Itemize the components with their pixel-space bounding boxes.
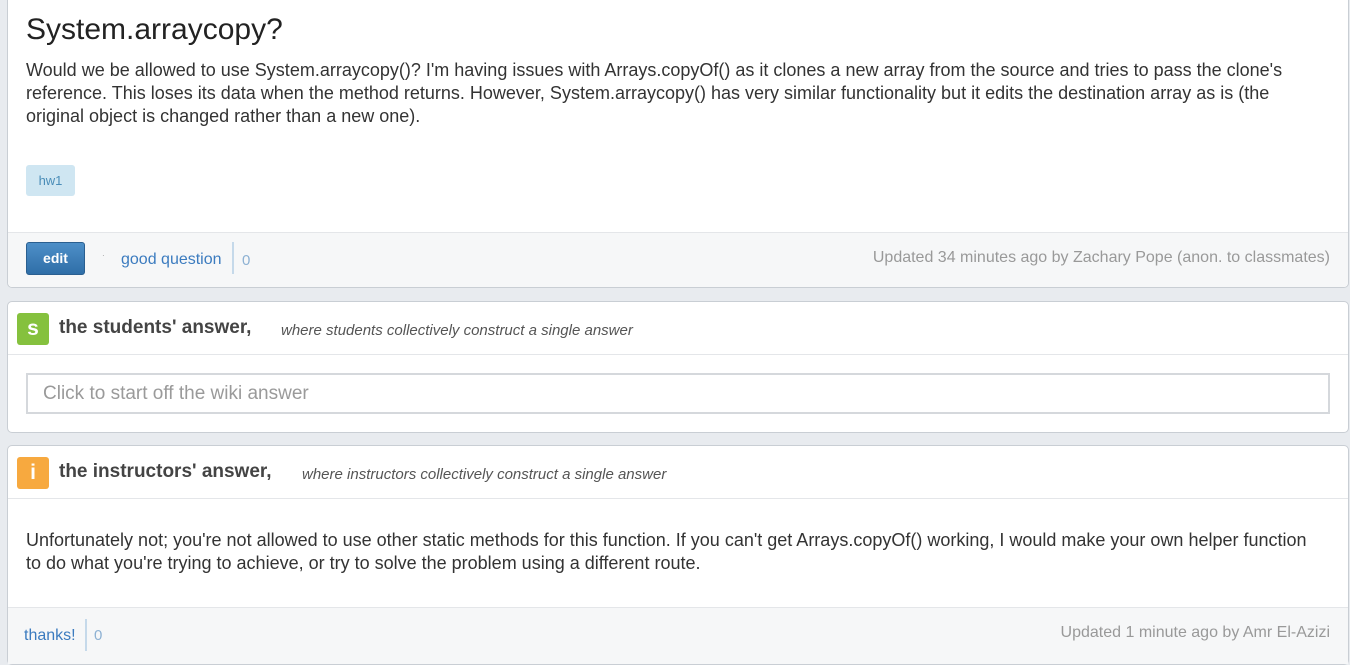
thanks-count: 0	[94, 627, 103, 644]
thanks-link[interactable]: thanks!	[24, 627, 76, 645]
count-divider	[85, 619, 87, 651]
question-card: System.arraycopy? Would we be allowed to…	[7, 0, 1349, 288]
instructors-answer-card: i the instructors' answer, where instruc…	[7, 445, 1349, 665]
wiki-answer-input[interactable]: Click to start off the wiki answer	[26, 373, 1330, 414]
students-answer-subtitle: where students collectively construct a …	[281, 322, 633, 339]
good-question-count: 0	[242, 252, 251, 269]
instructors-answer-body: Unfortunately not; you're not allowed to…	[26, 530, 1307, 573]
question-updated-info: Updated 34 minutes ago by Zachary Pope (…	[872, 249, 1330, 266]
instructors-answer-icon: i	[17, 457, 49, 489]
folder-tag-hw1[interactable]: hw1	[26, 165, 75, 196]
instructors-answer-subtitle: where instructors collectively construct…	[302, 466, 667, 483]
question-title: System.arraycopy?	[26, 13, 283, 46]
good-question-link[interactable]: good question	[121, 251, 222, 269]
separator-dot: ·	[102, 251, 105, 260]
instructors-answer-title: the instructors' answer,	[59, 461, 272, 482]
edit-button[interactable]: edit	[26, 242, 85, 275]
students-answer-icon: s	[17, 313, 49, 345]
instructors-answer-footer: thanks! 0 Updated 1 minute ago by Amr El…	[8, 607, 1348, 664]
instructors-answer-updated-info: Updated 1 minute ago by Amr El-Azizi	[1060, 624, 1330, 641]
students-answer-card: s the students' answer, where students c…	[7, 301, 1349, 433]
question-footer: edit · good question 0 Updated 34 minute…	[8, 232, 1348, 287]
students-answer-header: s the students' answer, where students c…	[8, 302, 1348, 355]
instructors-answer-header: i the instructors' answer, where instruc…	[8, 446, 1348, 499]
count-divider	[232, 242, 234, 274]
students-answer-title: the students' answer,	[59, 317, 252, 338]
question-body: Would we be allowed to use System.arrayc…	[26, 60, 1283, 126]
